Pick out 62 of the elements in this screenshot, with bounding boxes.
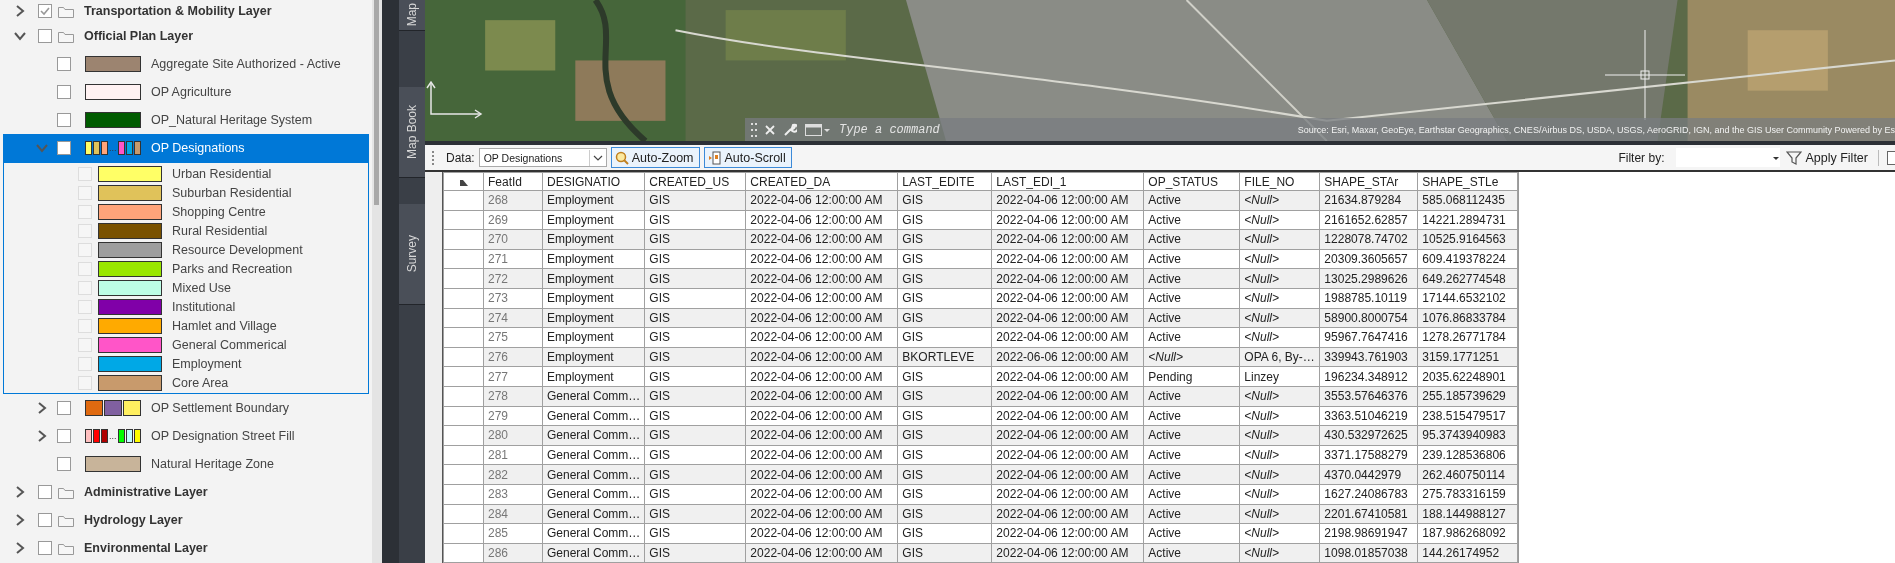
layer-group-row[interactable]: Transportation & Mobility Layer [0,0,372,22]
column-header[interactable]: CREATED_DA [745,172,898,191]
filter-label: Filter by: [1618,150,1665,165]
legend-label: Parks and Recreation [172,261,293,276]
command-input-field[interactable]: Type a command [839,122,1039,137]
column-header[interactable]: LAST_EDI_1 [991,172,1144,191]
column-header[interactable]: CREATED_US [644,172,746,191]
layer-name: Natural Heritage Zone [151,457,274,471]
toolbar-button[interactable]: Auto-Scroll [703,147,792,168]
side-tab-label: Survey [405,235,419,273]
legend-label: Shopping Centre [172,204,266,219]
layer-row[interactable]: OP_Natural Heritage System [0,106,372,134]
side-tab[interactable]: Map Book [399,87,425,178]
legend-label: General Commerical [172,337,287,352]
column-header[interactable]: FeatId [483,172,543,191]
column-header[interactable]: FILE_NO [1239,172,1320,191]
legend-label: Resource Development [172,242,303,257]
layer-name: Aggregate Site Authorized - Active [151,57,341,71]
layer-group-name: Official Plan Layer [84,29,194,43]
side-tab-label: Map Book [405,105,419,159]
layer-group-row[interactable]: Administrative Layer [0,478,372,506]
map-attribution: Source: Esri, Maxar, GeoEye, Earthstar Geographics, CNES/Airbus DS, USDA, USGS, AeroGRID, IGN, and the GIS User Community Powered by Es [1297,124,1895,135]
layer-row[interactable]: OP Agriculture [0,78,372,106]
ellipsis-text: ... [109,143,117,153]
ellipsis-text: ... [109,431,117,441]
layer-group-row[interactable]: Environmental Layer [0,534,372,562]
layer-group-name: Administrative Layer [84,485,208,499]
layer-group-name: Hydrology Layer [84,513,183,527]
legend-label: Hamlet and Village [172,318,277,333]
side-tab-label: Map [405,2,419,26]
column-header[interactable]: DESIGNATIO [542,172,645,191]
legend-label: Suburban Residential [172,185,292,200]
layer-row[interactable]: OP Settlement Boundary [0,394,372,422]
side-tab[interactable]: Map [399,0,425,31]
layer-group-name: Environmental Layer [84,541,208,555]
column-header[interactable]: SHAPE_STLe [1417,172,1518,191]
apply-filter-button[interactable]: Apply Filter [1784,149,1870,166]
data-label: Data: [446,150,475,165]
layer-name: OP_Natural Heritage System [151,113,313,127]
layer-name: OP Designations [151,141,245,155]
legend-label: Mixed Use [172,280,232,295]
layer-group-row[interactable]: Official Plan Layer [0,22,372,50]
toolbar-button[interactable]: Auto-Zoom [610,147,700,168]
legend-label: Institutional [172,299,236,314]
legend-label: Rural Residential [172,223,268,238]
side-tab[interactable]: Survey [399,204,425,305]
layer-name: OP Agriculture [151,85,232,99]
legend-label: Urban Residential [172,166,272,181]
layer-group-row[interactable]: Hydrology Layer [0,506,372,534]
layer-name: OP Settlement Boundary [151,401,290,415]
layer-row[interactable]: ... OP Designation Street Fill [0,422,372,450]
layer-group-name: Transportation & Mobility Layer [84,4,272,18]
column-header[interactable]: LAST_EDITE [897,172,992,191]
layer-row[interactable]: ... OP Designations [3,134,369,162]
column-header[interactable]: OP_STATUS [1143,172,1240,191]
column-header[interactable]: SHAPE_STAr [1319,172,1418,191]
legend-label: Employment [172,356,242,371]
data-dropdown[interactable]: OP Designations [478,148,607,167]
legend-label: Core Area [172,375,229,390]
layer-row[interactable]: Natural Heritage Zone [0,450,372,478]
layer-row[interactable]: Aggregate Site Authorized - Active [0,50,372,78]
layer-name: OP Designation Street Fill [151,429,295,443]
